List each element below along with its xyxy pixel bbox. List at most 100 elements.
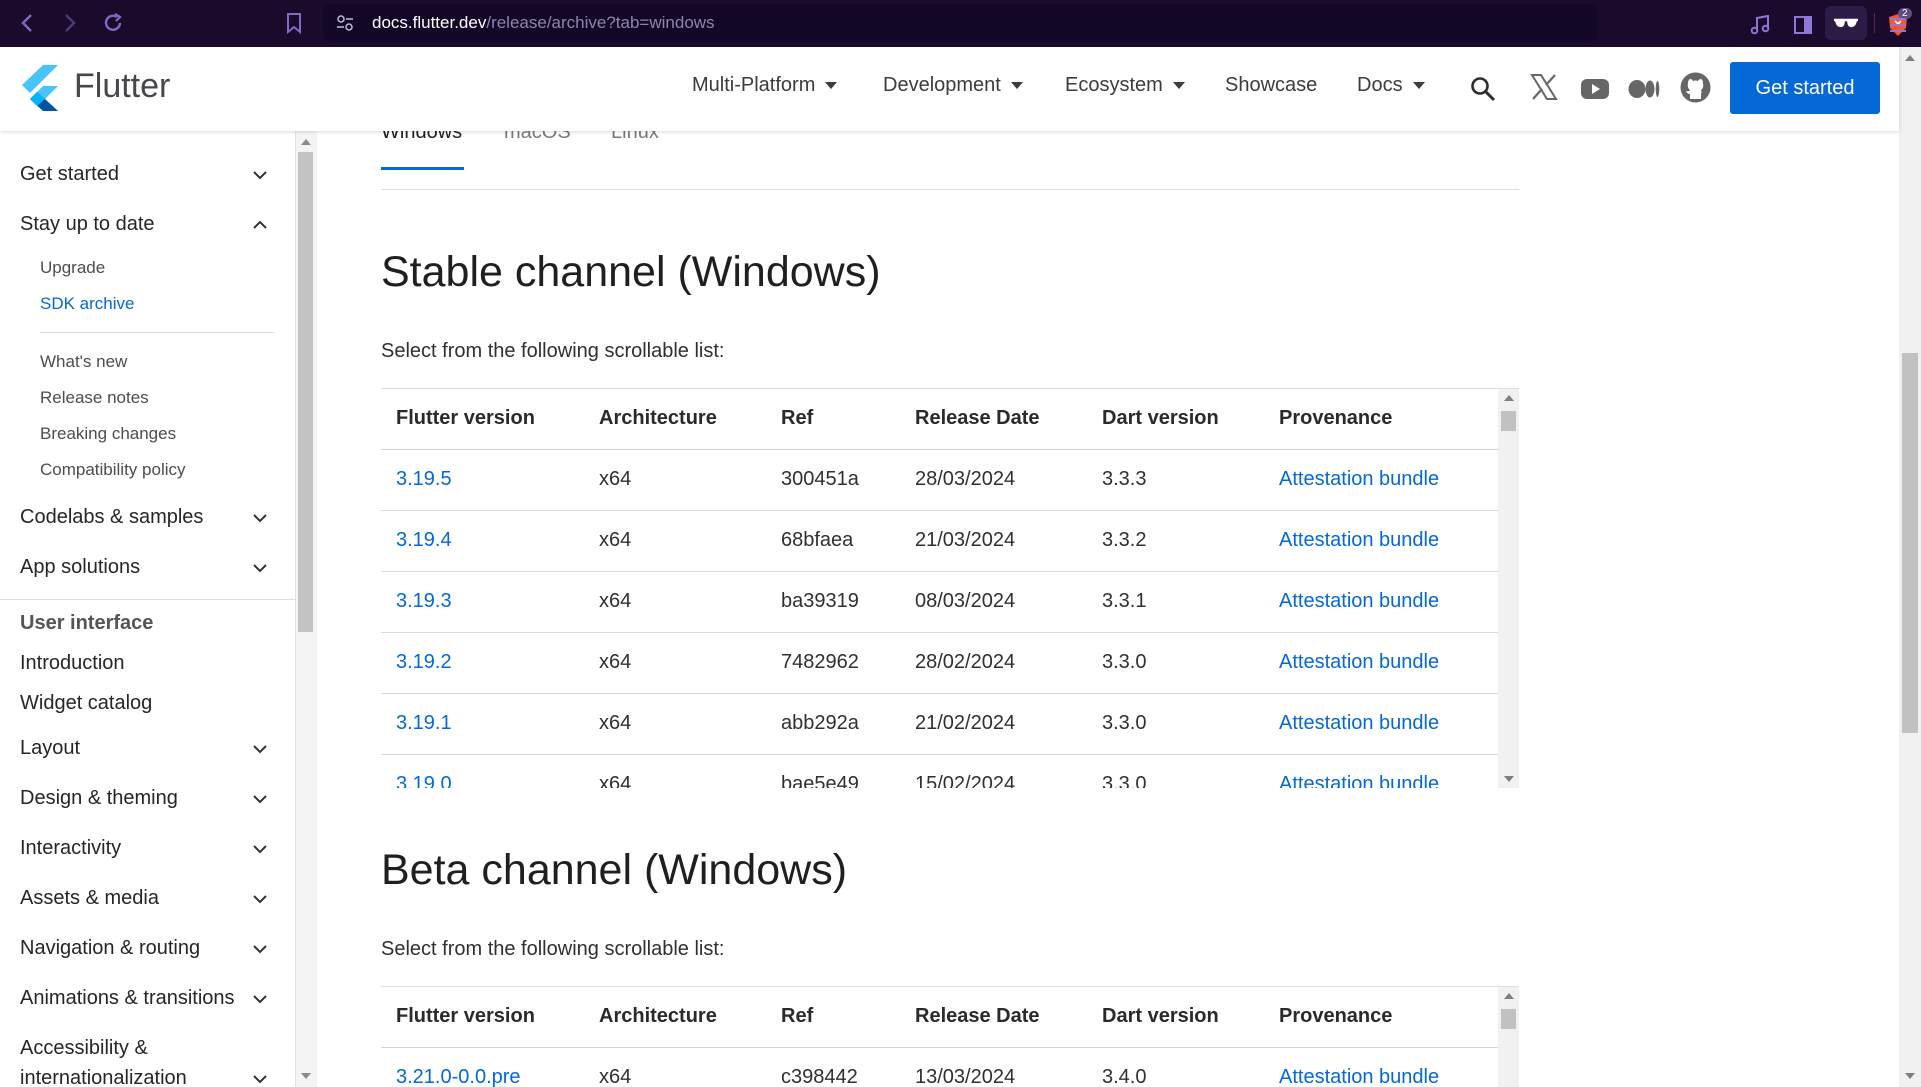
release-date-cell: 28/02/2024 [915,651,1016,673]
table-scrollbar[interactable] [1498,389,1519,788]
version-link[interactable]: 3.19.0 [396,773,452,788]
sidebar-item-design-theming[interactable]: Design & theming [20,787,178,810]
chevron-up-icon[interactable] [252,217,268,233]
sidebar-item-release-notes[interactable]: Release notes [40,388,149,408]
chevron-down-icon[interactable] [252,510,268,526]
nav-showcase[interactable]: Showcase [1225,74,1317,97]
sidebar-item-codelabs[interactable]: Codelabs & samples [20,506,203,529]
beta-releases-table[interactable]: Flutter version Architecture Ref Release… [381,986,1519,1087]
version-link[interactable]: 3.19.4 [396,529,452,552]
table-row: 3.19.3 x64 ba39319 08/03/2024 3.3.1 Atte… [381,572,1498,633]
chevron-down-icon[interactable] [252,991,268,1007]
media-icon[interactable] [1743,8,1777,42]
table-row: 3.21.0-0.0.pre x64 c398442 13/03/2024 3.… [381,1048,1498,1087]
table-row: 3.19.0 x64 bae5e49 15/02/2024 3.3.0 Atte… [381,755,1498,788]
column-header: Ref [781,407,814,429]
youtube-icon[interactable] [1580,78,1610,100]
sidebar-section-user-interface: User interface [20,612,154,634]
version-link[interactable]: 3.19.1 [396,712,452,735]
attestation-link[interactable]: Attestation bundle [1279,590,1439,613]
sidebar-item-accessibility-line2[interactable]: internationalization [20,1067,187,1087]
attestation-link[interactable]: Attestation bundle [1279,529,1439,552]
sidebar-item-widget-catalog[interactable]: Widget catalog [20,692,152,715]
version-link[interactable]: 3.19.2 [396,651,452,674]
sidebar-item-sdk-archive[interactable]: SDK archive [40,294,134,314]
column-header: Dart version [1102,1005,1219,1027]
chevron-down-icon[interactable] [252,1071,268,1087]
attestation-link[interactable]: Attestation bundle [1279,651,1439,674]
sidebar-item-get-started[interactable]: Get started [20,163,119,186]
sidebar-scrollbar[interactable] [296,131,317,1087]
architecture-cell: x64 [599,529,632,551]
sidebar-item-layout[interactable]: Layout [20,737,80,760]
address-bar[interactable]: docs.flutter.dev/release/archive?tab=win… [323,4,1912,42]
attestation-link[interactable]: Attestation bundle [1279,1066,1439,1087]
get-started-button[interactable]: Get started [1730,62,1880,114]
version-link[interactable]: 3.19.5 [396,468,452,491]
nav-ecosystem[interactable]: Ecosystem [1065,74,1185,97]
stable-releases-table[interactable]: Flutter version Architecture Ref Release… [381,388,1519,788]
sidebar-item-animations[interactable]: Animations & transitions [20,987,235,1010]
nav-development[interactable]: Development [883,74,1023,97]
sidebar-item-interactivity[interactable]: Interactivity [20,837,121,860]
hamburger-menu-icon[interactable] [1881,8,1915,42]
reload-icon[interactable] [96,6,130,40]
site-settings-icon[interactable] [335,13,355,33]
column-header: Provenance [1279,407,1393,429]
chevron-down-icon[interactable] [252,941,268,957]
sidebar-item-introduction[interactable]: Introduction [20,652,125,675]
scrollbar-thumb[interactable] [1501,1009,1516,1029]
medium-icon[interactable] [1628,79,1660,99]
sidebar-item-whats-new[interactable]: What's new [40,352,127,372]
bookmark-icon[interactable] [277,6,311,40]
attestation-link[interactable]: Attestation bundle [1279,773,1439,788]
forward-icon[interactable] [53,6,87,40]
page-scrollbar[interactable] [1899,47,1921,1087]
chevron-down-icon[interactable] [252,167,268,183]
x-twitter-icon[interactable] [1529,72,1559,102]
attestation-link[interactable]: Attestation bundle [1279,468,1439,491]
scroll-up-arrow-icon[interactable] [1504,395,1514,401]
chevron-down-icon[interactable] [252,560,268,576]
chevron-down-icon[interactable] [252,741,268,757]
sidebar-item-navigation-routing[interactable]: Navigation & routing [20,937,200,960]
attestation-link[interactable]: Attestation bundle [1279,712,1439,735]
github-icon[interactable] [1680,72,1711,103]
sidebar-item-breaking-changes[interactable]: Breaking changes [40,424,176,444]
ref-cell: 300451a [781,468,859,490]
scrollbar-thumb[interactable] [1902,353,1918,733]
divider [0,599,295,600]
sidebar-item-accessibility[interactable]: Accessibility & [20,1037,148,1060]
scrollbar-thumb[interactable] [298,152,313,632]
sidebar-item-compatibility-policy[interactable]: Compatibility policy [40,460,186,480]
chevron-down-icon[interactable] [252,841,268,857]
chevron-down-icon[interactable] [252,791,268,807]
scroll-up-arrow-icon[interactable] [1504,993,1514,999]
architecture-cell: x64 [599,1066,632,1087]
ref-cell: c398442 [781,1066,858,1087]
scroll-down-arrow-icon[interactable] [1504,776,1514,782]
back-icon[interactable] [10,6,44,40]
sidebar-item-app-solutions[interactable]: App solutions [20,556,140,579]
scroll-up-arrow-icon[interactable] [301,139,311,145]
chevron-down-icon[interactable] [252,891,268,907]
flutter-logo[interactable] [20,65,58,111]
table-header: Flutter version Architecture Ref Release… [381,987,1498,1048]
sidebar-item-stay-up-to-date[interactable]: Stay up to date [20,213,155,236]
divider [1874,13,1875,33]
nav-multi-platform[interactable]: Multi-Platform [692,74,838,97]
nav-docs[interactable]: Docs [1357,74,1425,97]
sidebar-item-upgrade[interactable]: Upgrade [40,258,105,278]
scrollbar-thumb[interactable] [1501,411,1516,431]
table-scrollbar[interactable] [1498,987,1519,1087]
search-icon[interactable] [1469,75,1497,103]
brand-name[interactable]: Flutter [74,67,170,106]
scroll-up-arrow-icon[interactable] [1905,55,1915,61]
sidebar-toggle-icon[interactable] [1786,8,1820,42]
sidebar-item-assets-media[interactable]: Assets & media [20,887,159,910]
scroll-down-arrow-icon[interactable] [301,1073,311,1079]
version-link[interactable]: 3.19.3 [396,590,452,613]
scroll-down-arrow-icon[interactable] [1905,1073,1915,1079]
version-link[interactable]: 3.21.0-0.0.pre [396,1066,521,1087]
reader-mode-icon[interactable] [1825,6,1867,40]
